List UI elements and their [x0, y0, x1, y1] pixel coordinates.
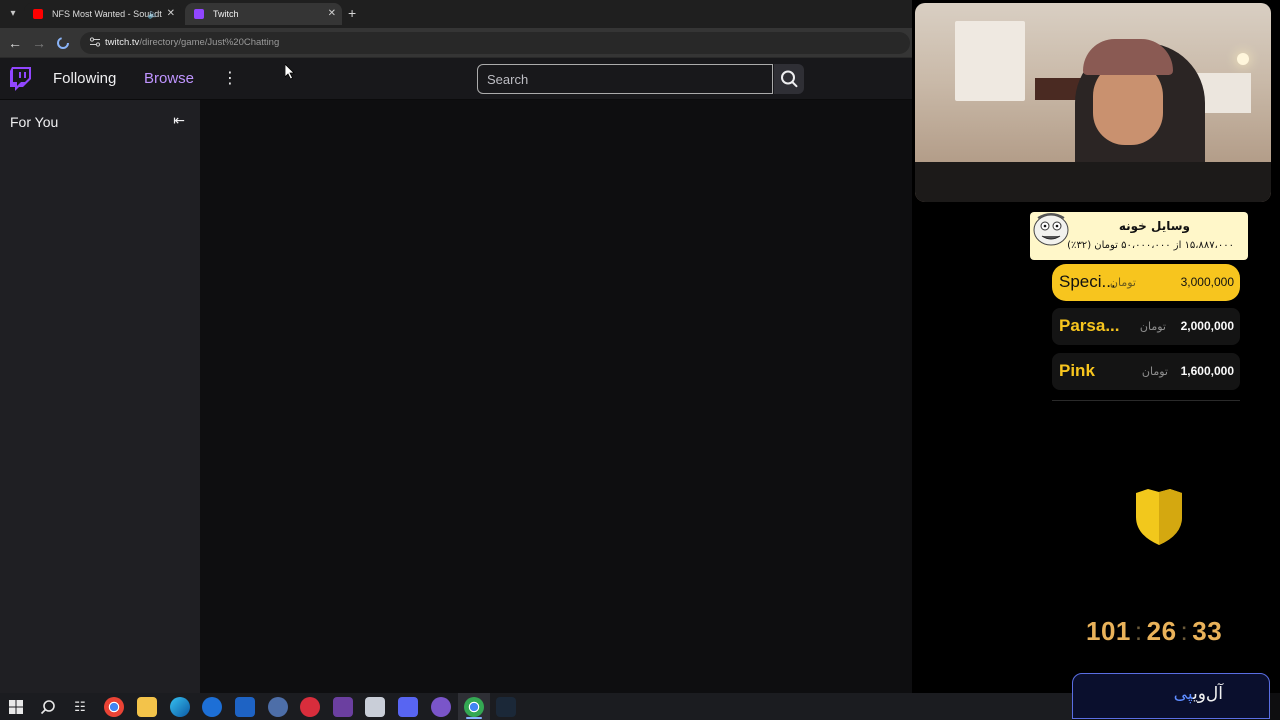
- webcam-desk: [915, 162, 1271, 202]
- goal-title: وسایل خونه: [1118, 219, 1190, 233]
- webcam-feed: [915, 3, 1271, 202]
- tab-title: NFS Most Wanted - Soundt: [52, 9, 162, 19]
- donor-list-divider: [1052, 400, 1240, 406]
- donor-amount: 3,000,000: [1180, 275, 1234, 289]
- app-icon-l[interactable]: [235, 697, 255, 717]
- edge-icon[interactable]: [170, 697, 190, 717]
- tab-title: Twitch: [213, 9, 239, 19]
- donor-name: Speci...: [1059, 272, 1116, 291]
- donor-currency: تومان: [1109, 276, 1136, 289]
- twitch-sidebar: For You ⇤: [0, 100, 200, 693]
- close-tab-icon[interactable]: ✕: [328, 3, 336, 25]
- donor-amount: 1,600,000: [1180, 364, 1234, 378]
- app-icon-blue[interactable]: [202, 697, 222, 717]
- sponsor-brand-banner: آل‌ویپی: [1072, 673, 1270, 719]
- browser-tab-twitch[interactable]: Twitch ✕: [185, 3, 342, 25]
- site-info-icon[interactable]: [88, 36, 102, 50]
- epic-games-icon[interactable]: [300, 697, 320, 717]
- tab-search-chevron-icon[interactable]: ▾: [6, 7, 20, 21]
- app-icon-screen[interactable]: [398, 697, 418, 717]
- app-icon-purple[interactable]: [431, 697, 451, 717]
- nav-following-link[interactable]: Following: [53, 70, 116, 87]
- donor-row: Parsa... تومان 2,000,000: [1052, 308, 1240, 345]
- search-input[interactable]: [477, 64, 773, 94]
- new-tab-button[interactable]: +: [348, 5, 356, 21]
- search-button[interactable]: [774, 64, 804, 94]
- url-path: /directory/game/Just%20Chatting: [139, 37, 280, 48]
- file-explorer-icon[interactable]: [137, 697, 157, 717]
- nav-browse-link[interactable]: Browse: [144, 70, 194, 87]
- donor-amount: 2,000,000: [1180, 319, 1234, 333]
- address-bar[interactable]: twitch.tv/directory/game/Just%20Chatting: [80, 32, 910, 54]
- screen: ▾ NFS Most Wanted - Soundt 🔈 ✕ Twitch ✕ …: [0, 0, 1280, 720]
- more-menu-icon[interactable]: ⋮: [222, 69, 238, 89]
- brand-accent: پی: [1173, 684, 1193, 704]
- windows-taskbar: ☷: [0, 693, 1072, 720]
- timer-separator: :: [1134, 616, 1143, 646]
- back-arrow-icon[interactable]: ←: [6, 34, 24, 52]
- windows-start-icon[interactable]: [6, 697, 26, 717]
- donor-row: Pink تومان 1,600,000: [1052, 353, 1240, 390]
- mouse-cursor-icon: [285, 64, 295, 80]
- search-icon[interactable]: [38, 697, 58, 717]
- webcam-streamer-cap: [1083, 39, 1173, 75]
- twitch-top-nav: Following Browse ⋮: [0, 58, 912, 100]
- timer-minutes: 26: [1146, 616, 1177, 646]
- collapse-sidebar-icon[interactable]: ⇤: [170, 111, 188, 129]
- shield-badge-icon: [1136, 489, 1182, 545]
- main-content: [200, 100, 912, 693]
- donor-currency: تومان: [1141, 365, 1168, 378]
- donation-goal-widget: وسایل خونه ۱۵،۸۸۷،۰۰۰ از ۵۰،۰۰۰،۰۰۰ توما…: [1030, 212, 1248, 260]
- chrome-active-icon[interactable]: [464, 697, 484, 717]
- timer-separator: :: [1180, 616, 1189, 646]
- meme-face-icon: [1033, 213, 1069, 246]
- app-icon-doc[interactable]: [365, 697, 385, 717]
- countdown-timer: 101:26:33: [1086, 616, 1222, 647]
- steam-icon[interactable]: [496, 697, 516, 717]
- loading-spinner-icon[interactable]: [54, 34, 72, 52]
- forward-arrow-icon[interactable]: →: [30, 34, 48, 52]
- browser-tab-nfs[interactable]: NFS Most Wanted - Soundt 🔈 ✕: [24, 3, 181, 25]
- youtube-icon: [33, 9, 43, 19]
- donor-row: Speci... تومان 3,000,000: [1052, 264, 1240, 301]
- url-text: twitch.tv/directory/game/Just%20Chatting: [105, 37, 279, 48]
- donor-currency: تومان: [1139, 320, 1166, 333]
- donor-name: Pink: [1059, 361, 1095, 380]
- taskbar-active-indicator: [466, 717, 482, 719]
- donor-name: Parsa...: [1059, 316, 1120, 335]
- timer-hours: 101: [1086, 616, 1131, 646]
- task-view-icon[interactable]: ☷: [70, 697, 90, 717]
- app-icon-globe[interactable]: [268, 697, 288, 717]
- goal-progress-text: ۱۵،۸۸۷،۰۰۰ از ۵۰،۰۰۰،۰۰۰ تومان (۳۲٪): [1067, 240, 1234, 251]
- close-tab-icon[interactable]: ✕: [167, 3, 175, 25]
- twitch-logo-icon[interactable]: [10, 67, 32, 91]
- url-host: twitch.tv: [105, 37, 140, 48]
- webcam-lamp: [1237, 53, 1249, 65]
- sidebar-title: For You: [10, 114, 59, 130]
- app-icon-r[interactable]: [333, 697, 353, 717]
- brand-name: آل‌وی: [1192, 684, 1223, 704]
- chrome-icon[interactable]: [104, 697, 124, 717]
- webcam-background-window: [955, 21, 1025, 101]
- brand-logo-text: آل‌ویپی: [1174, 684, 1223, 704]
- twitch-favicon-icon: [194, 9, 204, 19]
- timer-seconds: 33: [1192, 616, 1223, 646]
- audio-playing-icon[interactable]: 🔈: [148, 3, 159, 25]
- search-icon: [781, 70, 798, 88]
